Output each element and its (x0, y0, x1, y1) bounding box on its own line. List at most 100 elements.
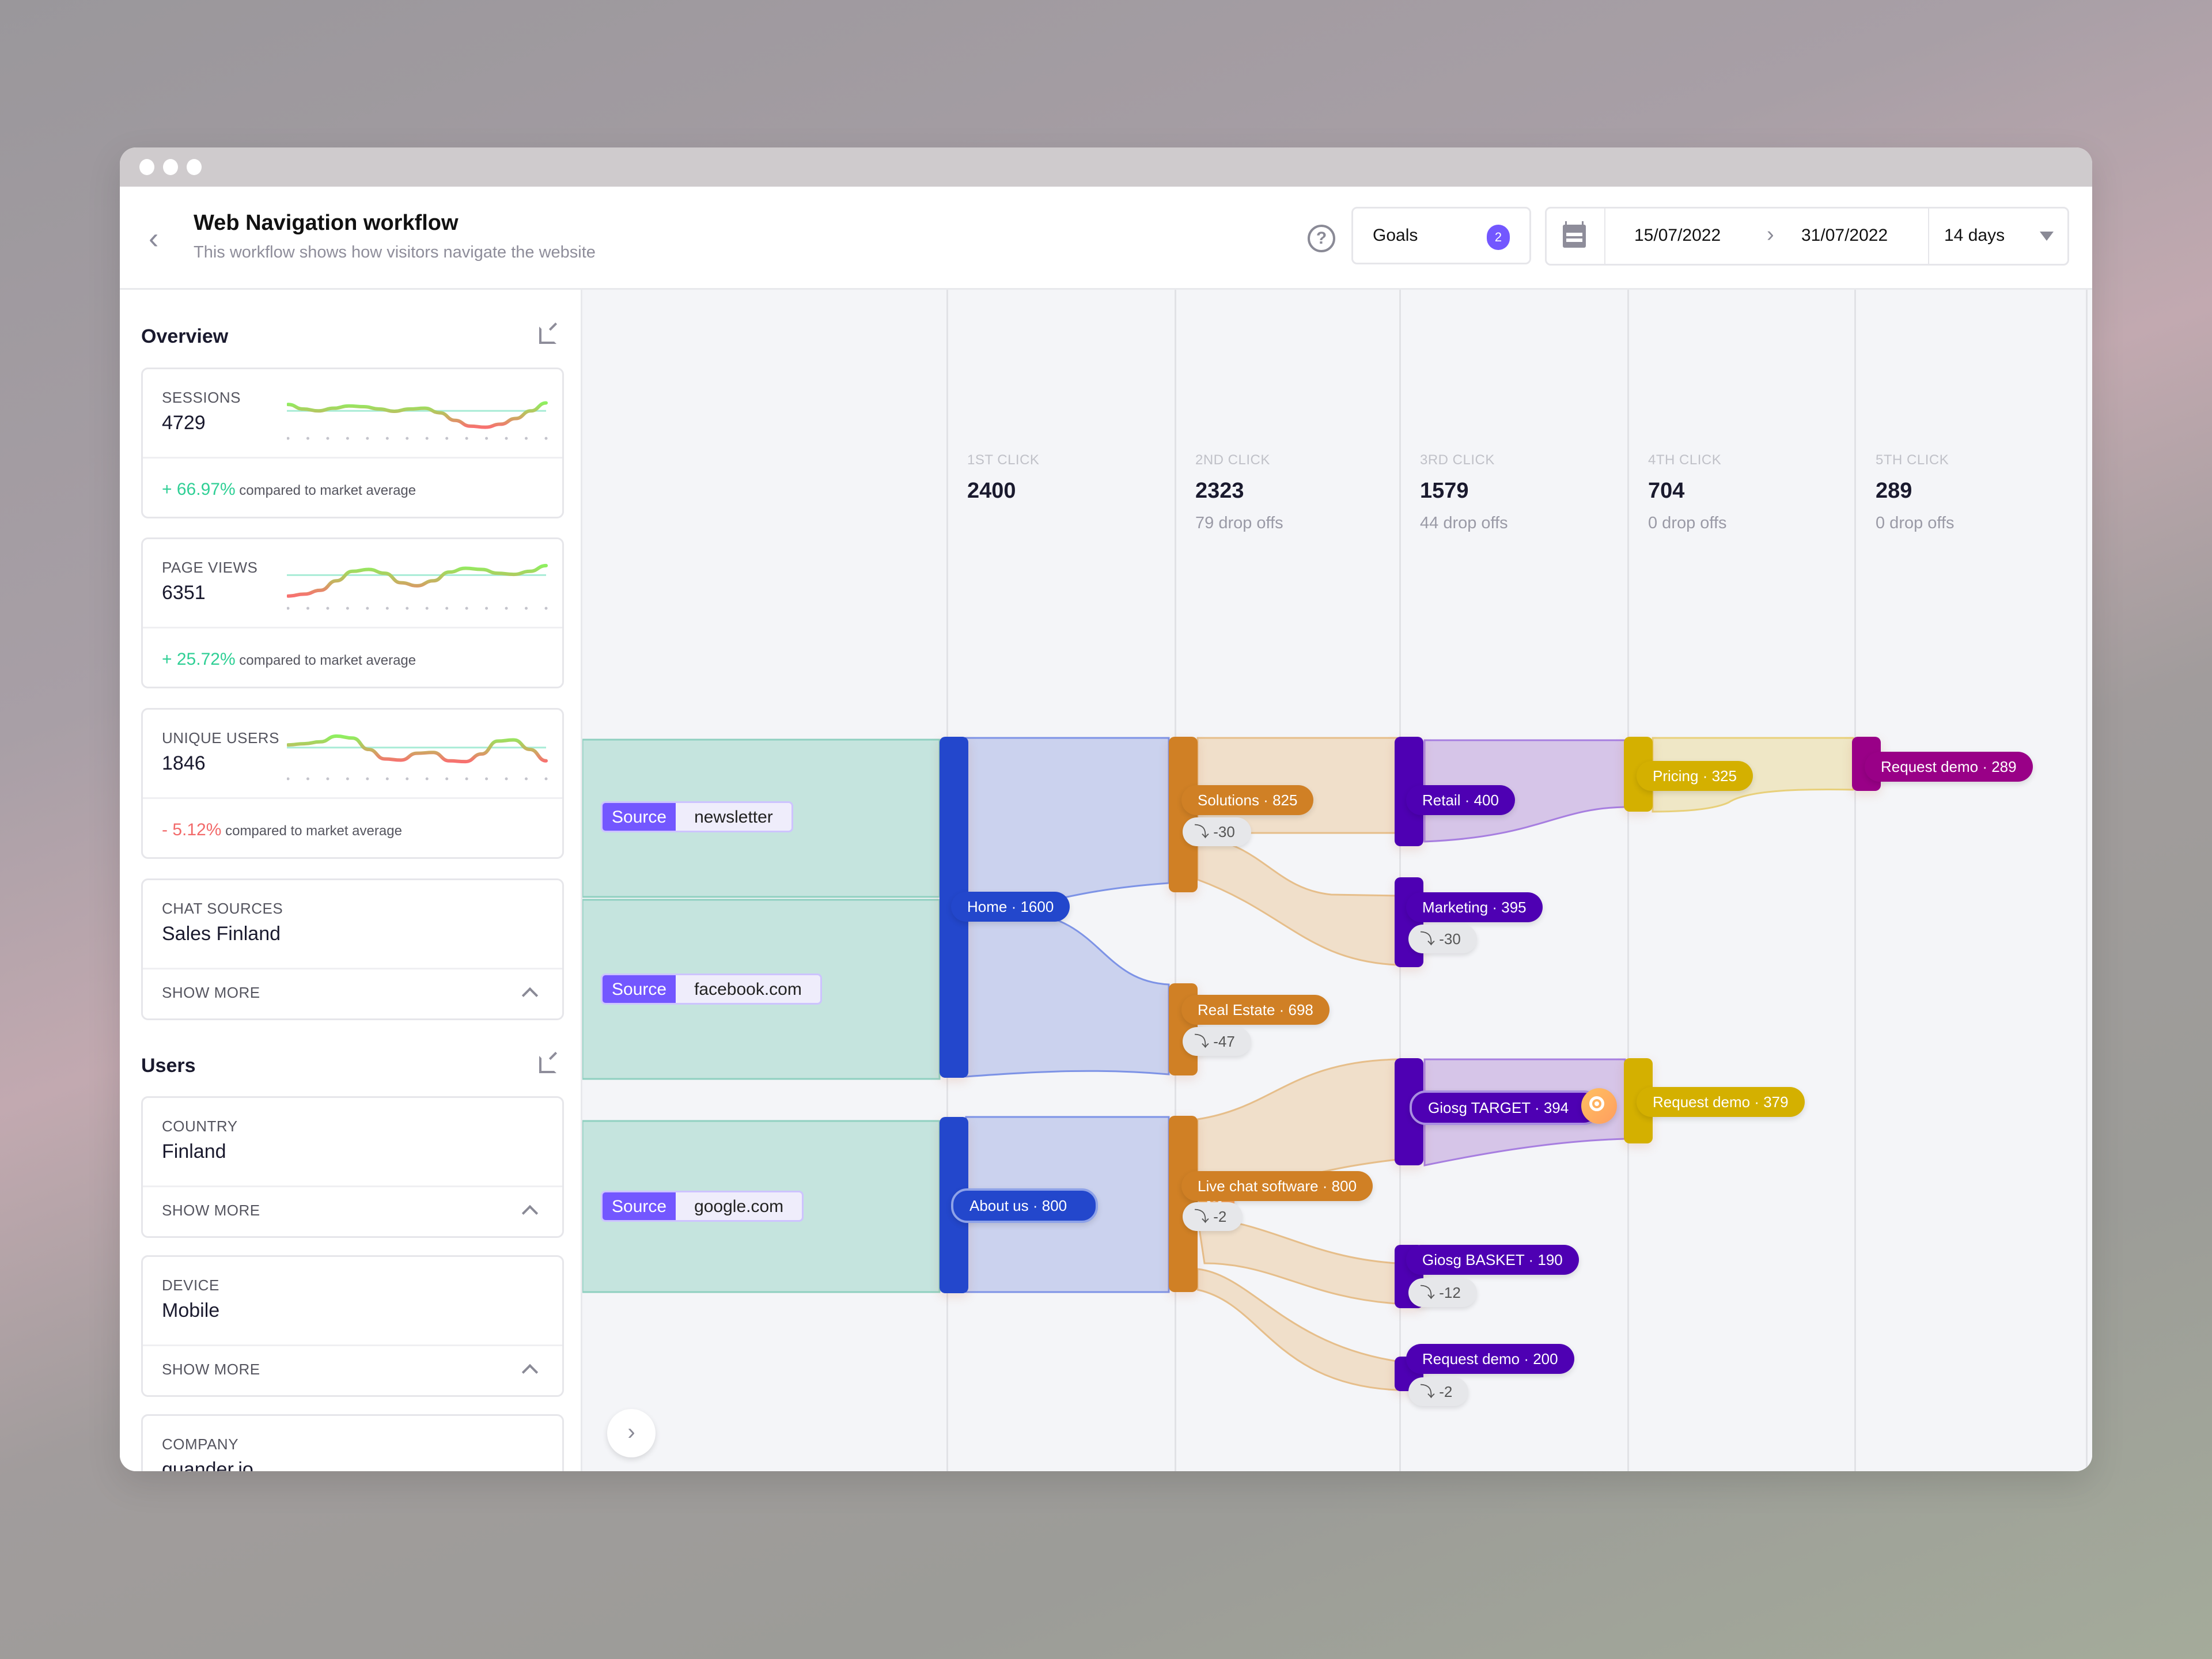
sparkline-tick (485, 437, 488, 440)
node-label-giosg-target[interactable]: Giosg TARGET · 394 (1410, 1090, 1600, 1125)
chevron-right-icon: › (1767, 222, 1774, 247)
sparkline-chart (287, 734, 548, 781)
date-to[interactable]: 31/07/2022 (1801, 226, 1888, 245)
sparkline-tick (525, 777, 528, 781)
sparkline-tick (287, 777, 290, 781)
node-label-solutions[interactable]: Solutions · 825 (1181, 785, 1314, 815)
divider (143, 627, 562, 628)
metric-label: PAGE VIEWS (162, 559, 258, 576)
caret-down-icon (2040, 232, 2054, 241)
node-label-marketing[interactable]: Marketing · 395 (1406, 892, 1543, 922)
sparkline-tick (525, 437, 528, 440)
metric-value: 6351 (162, 582, 206, 604)
dropoff-badge: ⤵ -12 (1408, 1278, 1477, 1307)
node-label-retail[interactable]: Retail · 400 (1406, 785, 1515, 815)
sparkline-tick (505, 437, 508, 440)
node-label-home[interactable]: Home · 1600 (951, 892, 1070, 922)
sparkline-tick (544, 777, 548, 781)
sparkline-tick (287, 607, 290, 610)
calendar-button[interactable] (1547, 209, 1605, 264)
source-name: newsletter (676, 803, 791, 831)
source-pill[interactable]: Source google.com (601, 1191, 804, 1222)
device-card: DEVICE Mobile SHOW MORE (141, 1255, 564, 1397)
expand-sidebar-button[interactable]: › (607, 1409, 656, 1457)
goal-target-icon (1581, 1088, 1617, 1124)
sparkline-tick (406, 607, 409, 610)
title-bar (120, 147, 2092, 187)
window-minimize-button[interactable] (163, 159, 178, 175)
metric-comparison: + 25.72% compared to market average (162, 650, 416, 669)
date-from[interactable]: 15/07/2022 (1634, 226, 1721, 245)
card-label: COMPANY (162, 1435, 239, 1453)
divider (143, 1344, 562, 1346)
dropoff-badge: ⤵ -30 (1408, 925, 1477, 953)
sparkline-tick (465, 607, 468, 610)
metric-card-sessions: SESSIONS 4729 + 66.97% compared to marke… (141, 368, 564, 518)
node-label-pricing[interactable]: Pricing · 325 (1637, 761, 1753, 791)
sparkline-tick (445, 777, 449, 781)
source-pill[interactable]: Source facebook.com (601, 974, 822, 1005)
node-label-request-demo-379[interactable]: Request demo · 379 (1637, 1087, 1805, 1117)
sparkline-tick (366, 437, 369, 440)
card-label: COUNTRY (162, 1118, 238, 1135)
card-value: Finland (162, 1141, 226, 1162)
metric-comparison: + 66.97% compared to market average (162, 480, 416, 499)
range-select[interactable]: 14 days (1928, 209, 2070, 264)
chevron-up-icon[interactable] (521, 1205, 539, 1222)
sparkline-tick (326, 777, 329, 781)
metric-value: 1846 (162, 752, 206, 774)
metric-change: - 5.12% (162, 820, 222, 839)
sparkline-tick (505, 777, 508, 781)
window-maximize-button[interactable] (187, 159, 202, 175)
date-range-picker[interactable]: 15/07/2022 › 31/07/2022 14 days (1545, 207, 2069, 266)
external-link-icon[interactable] (539, 327, 556, 344)
sparkline-tick (485, 777, 488, 781)
source-pill[interactable]: Source newsletter (601, 801, 793, 832)
page-subtitle: This workflow shows how visitors navigat… (194, 243, 596, 262)
node-label-request-demo-289[interactable]: Request demo · 289 (1865, 752, 2033, 782)
show-more-button[interactable]: SHOW MORE (162, 1202, 260, 1219)
divider (143, 968, 562, 969)
card-label: CHAT SOURCES (162, 900, 283, 917)
chevron-left-icon[interactable]: ‹ (149, 221, 172, 256)
page-header: ‹ Web Navigation workflow This workflow … (120, 187, 2092, 290)
flow-links (582, 737, 1854, 1391)
node-label-request-demo-200[interactable]: Request demo · 200 (1406, 1344, 1574, 1374)
external-link-icon[interactable] (539, 1056, 556, 1073)
source-name: facebook.com (676, 975, 820, 1003)
metric-card-unique-users: UNIQUE USERS 1846 - 5.12% compared to ma… (141, 708, 564, 859)
node-bar-marketing[interactable] (1395, 877, 1423, 967)
sparkline-tick (425, 777, 429, 781)
node-label-about-us[interactable]: About us · 800 (951, 1188, 1099, 1223)
calendar-icon (1563, 221, 1586, 248)
country-card: COUNTRY Finland SHOW MORE (141, 1096, 564, 1238)
app-window: ‹ Web Navigation workflow This workflow … (120, 147, 2092, 1471)
sparkline-tick (366, 607, 369, 610)
company-card: COMPANY quander.io (141, 1414, 564, 1471)
dropoff-badge: ⤵ -2 (1183, 1202, 1243, 1231)
show-more-button[interactable]: SHOW MORE (162, 984, 260, 1002)
metric-change: + 25.72% (162, 650, 236, 669)
sparkline-tick (425, 437, 429, 440)
node-label-real-estate[interactable]: Real Estate · 698 (1181, 995, 1330, 1025)
node-label-live-chat[interactable]: Live chat software · 800 (1181, 1171, 1373, 1201)
source-name: google.com (676, 1192, 802, 1220)
chevron-up-icon[interactable] (521, 987, 539, 1004)
sparkline-tick (544, 437, 548, 440)
sparkline-tick (326, 437, 329, 440)
source-tag: Source (603, 1192, 676, 1220)
chevron-up-icon[interactable] (521, 1363, 539, 1381)
question-circle-icon[interactable]: ? (1308, 225, 1335, 252)
goals-label: Goals (1373, 226, 1418, 245)
sparkline-tick (544, 607, 548, 610)
window-close-button[interactable] (139, 159, 154, 175)
node-label-giosg-basket[interactable]: Giosg BASKET · 190 (1406, 1245, 1579, 1275)
sparkline-tick (525, 607, 528, 610)
goals-button[interactable]: Goals 2 (1351, 207, 1531, 264)
range-value: 14 days (1944, 226, 2005, 245)
show-more-button[interactable]: SHOW MORE (162, 1361, 260, 1378)
sparkline-tick (445, 437, 449, 440)
metric-value: 4729 (162, 412, 206, 434)
metric-label: SESSIONS (162, 389, 241, 406)
sparkline-tick (505, 607, 508, 610)
